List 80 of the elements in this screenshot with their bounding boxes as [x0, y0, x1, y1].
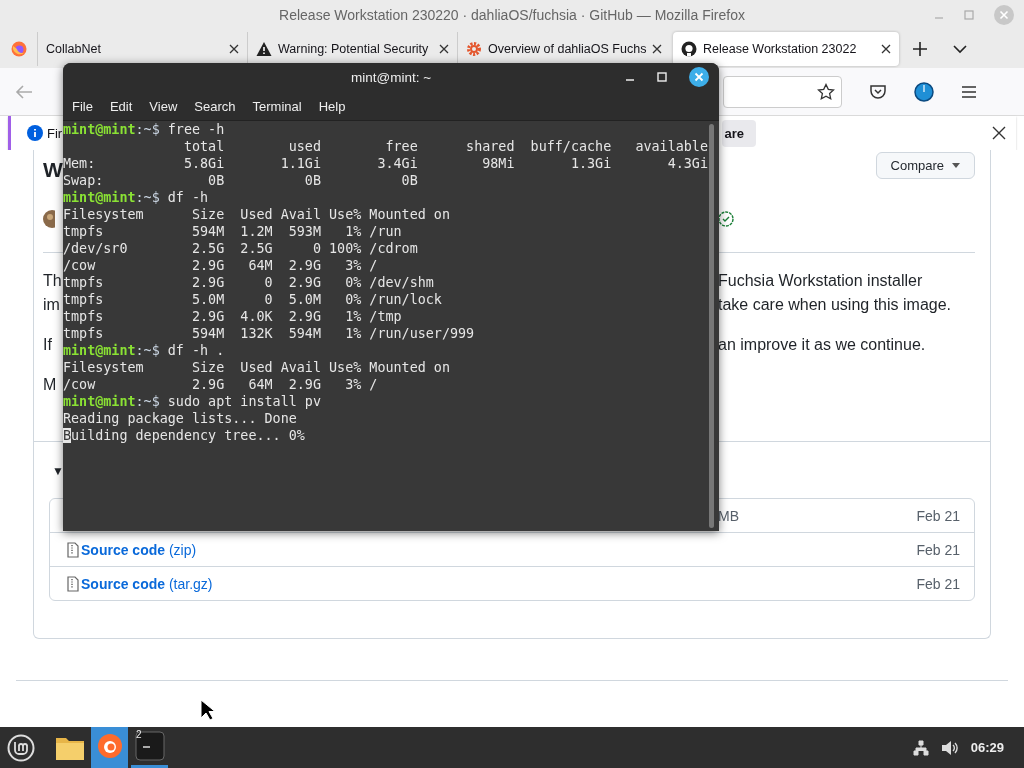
window-title: Release Workstation 230220 · dahliaOS/fuchsia · GitHub — Mozilla Firefox — [279, 7, 745, 23]
paragraph-text: take care when using this image. — [718, 296, 951, 314]
terminal-line: Swap: 0B 0B 0B — [63, 173, 419, 189]
terminal-line: tmpfs 5.0M 0 5.0M 0% /run/lock — [63, 291, 443, 308]
firefox-taskbar-button[interactable] — [91, 727, 128, 768]
compare-button[interactable]: Compare — [875, 152, 975, 179]
terminal-line: Mem: 5.8Gi 1.1Gi 3.4Gi 98Mi 1.3Gi 4.3Gi — [63, 155, 709, 171]
paragraph-text: If — [43, 336, 52, 354]
close-icon[interactable] — [652, 44, 663, 54]
warning-icon — [256, 41, 272, 57]
new-tab-icon[interactable] — [913, 42, 927, 56]
mouse-pointer-icon — [200, 699, 216, 721]
address-field[interactable] — [723, 75, 842, 108]
terminal-line: Reading package lists... Done — [63, 410, 298, 427]
close-icon[interactable] — [881, 44, 891, 54]
clock: 06:29 — [970, 740, 1004, 755]
notification-button[interactable]: are — [722, 119, 756, 147]
zip-file-icon — [67, 575, 79, 592]
firefox-icon — [95, 732, 124, 760]
source-code-link[interactable]: Source code (tar.gz) — [81, 575, 213, 592]
menu-item[interactable]: Search — [194, 98, 236, 114]
info-icon — [27, 125, 43, 141]
paragraph-text: im — [43, 296, 60, 314]
source-code-link[interactable]: Source code (zip) — [81, 541, 197, 558]
avatar[interactable] — [43, 210, 55, 228]
verified-icon — [718, 211, 734, 227]
terminal-line: tmpfs 2.9G 0 2.9G 0% /dev/shm — [63, 274, 435, 291]
release-heading: W — [43, 158, 63, 182]
asset-date: Feb 21 — [916, 541, 960, 558]
volume-icon[interactable] — [940, 739, 959, 756]
terminal-line: Building dependency tree... 0% — [63, 427, 306, 444]
menu-item[interactable]: View — [149, 98, 178, 114]
caret-icon — [952, 163, 960, 168]
terminal-line: Filesystem Size Used Avail Use% Mounted on — [63, 206, 451, 223]
paragraph-text: M — [43, 376, 57, 394]
asset-size: MB — [718, 507, 740, 524]
star-icon[interactable] — [817, 82, 835, 101]
terminal-line: Filesystem Size Used Avail Use% Mounted on — [63, 359, 451, 376]
terminal-line: mint@mint:~$ sudo apt install pv — [63, 393, 322, 410]
menu-item[interactable]: Terminal — [252, 98, 302, 114]
terminal-line: tmpfs 594M 1.2M 593M 1% /run — [63, 223, 403, 240]
gear-icon — [466, 41, 482, 57]
terminal-line: /cow 2.9G 64M 2.9G 3% / — [63, 257, 379, 274]
account-icon[interactable] — [914, 81, 934, 102]
scrollbar[interactable] — [709, 124, 714, 528]
chevron-down-icon[interactable] — [953, 44, 967, 54]
assets-toggle[interactable]: ▼ — [52, 464, 64, 478]
network-icon[interactable] — [912, 739, 929, 756]
menu-icon[interactable] — [962, 85, 976, 98]
window-count: 2 — [136, 729, 142, 740]
menu-item[interactable]: File — [72, 98, 93, 114]
terminal-line: mint@mint:~$ df -h . — [63, 342, 226, 359]
terminal-line: tmpfs 2.9G 4.0K 2.9G 1% /tmp — [63, 308, 403, 325]
firefox-icon[interactable] — [11, 41, 27, 57]
terminal-line: /cow 2.9G 64M 2.9G 3% / — [63, 376, 379, 393]
menu-item[interactable]: Help — [318, 98, 346, 114]
asset-date: Feb 21 — [916, 575, 960, 592]
menu-item[interactable]: Edit — [109, 98, 133, 114]
notification-text: Fir — [47, 125, 63, 141]
close-icon[interactable] — [229, 44, 239, 54]
terminal-line: total used free shared buff/cache available — [182, 138, 709, 155]
paragraph-text: Fuchsia Workstation installer — [718, 272, 923, 290]
terminal-line: mint@mint:~$ free -h — [63, 121, 226, 138]
zip-file-icon — [67, 541, 79, 558]
browser-tab[interactable]: Release Workstation 23022 — [673, 32, 899, 66]
asset-date: Feb 21 — [916, 507, 960, 524]
paragraph-text: an improve it as we continue. — [718, 336, 926, 354]
terminal-line: /dev/sr0 2.5G 2.5G 0 100% /cdrom — [63, 240, 419, 257]
close-icon[interactable] — [992, 126, 1006, 140]
terminal-taskbar-button[interactable]: 2 — [131, 727, 168, 768]
mint-menu-icon[interactable] — [7, 733, 35, 762]
paragraph-text: Th — [43, 272, 62, 290]
terminal-line: mint@mint:~$ df -h — [63, 189, 210, 206]
github-logo — [681, 41, 697, 57]
close-icon[interactable] — [689, 67, 709, 87]
terminal-title: mint@mint: ~ — [350, 70, 432, 85]
close-icon[interactable] — [439, 44, 449, 54]
terminal-icon — [134, 731, 165, 761]
pocket-icon[interactable] — [870, 84, 886, 99]
terminal-line: tmpfs 594M 132K 594M 1% /run/user/999 — [63, 325, 476, 342]
